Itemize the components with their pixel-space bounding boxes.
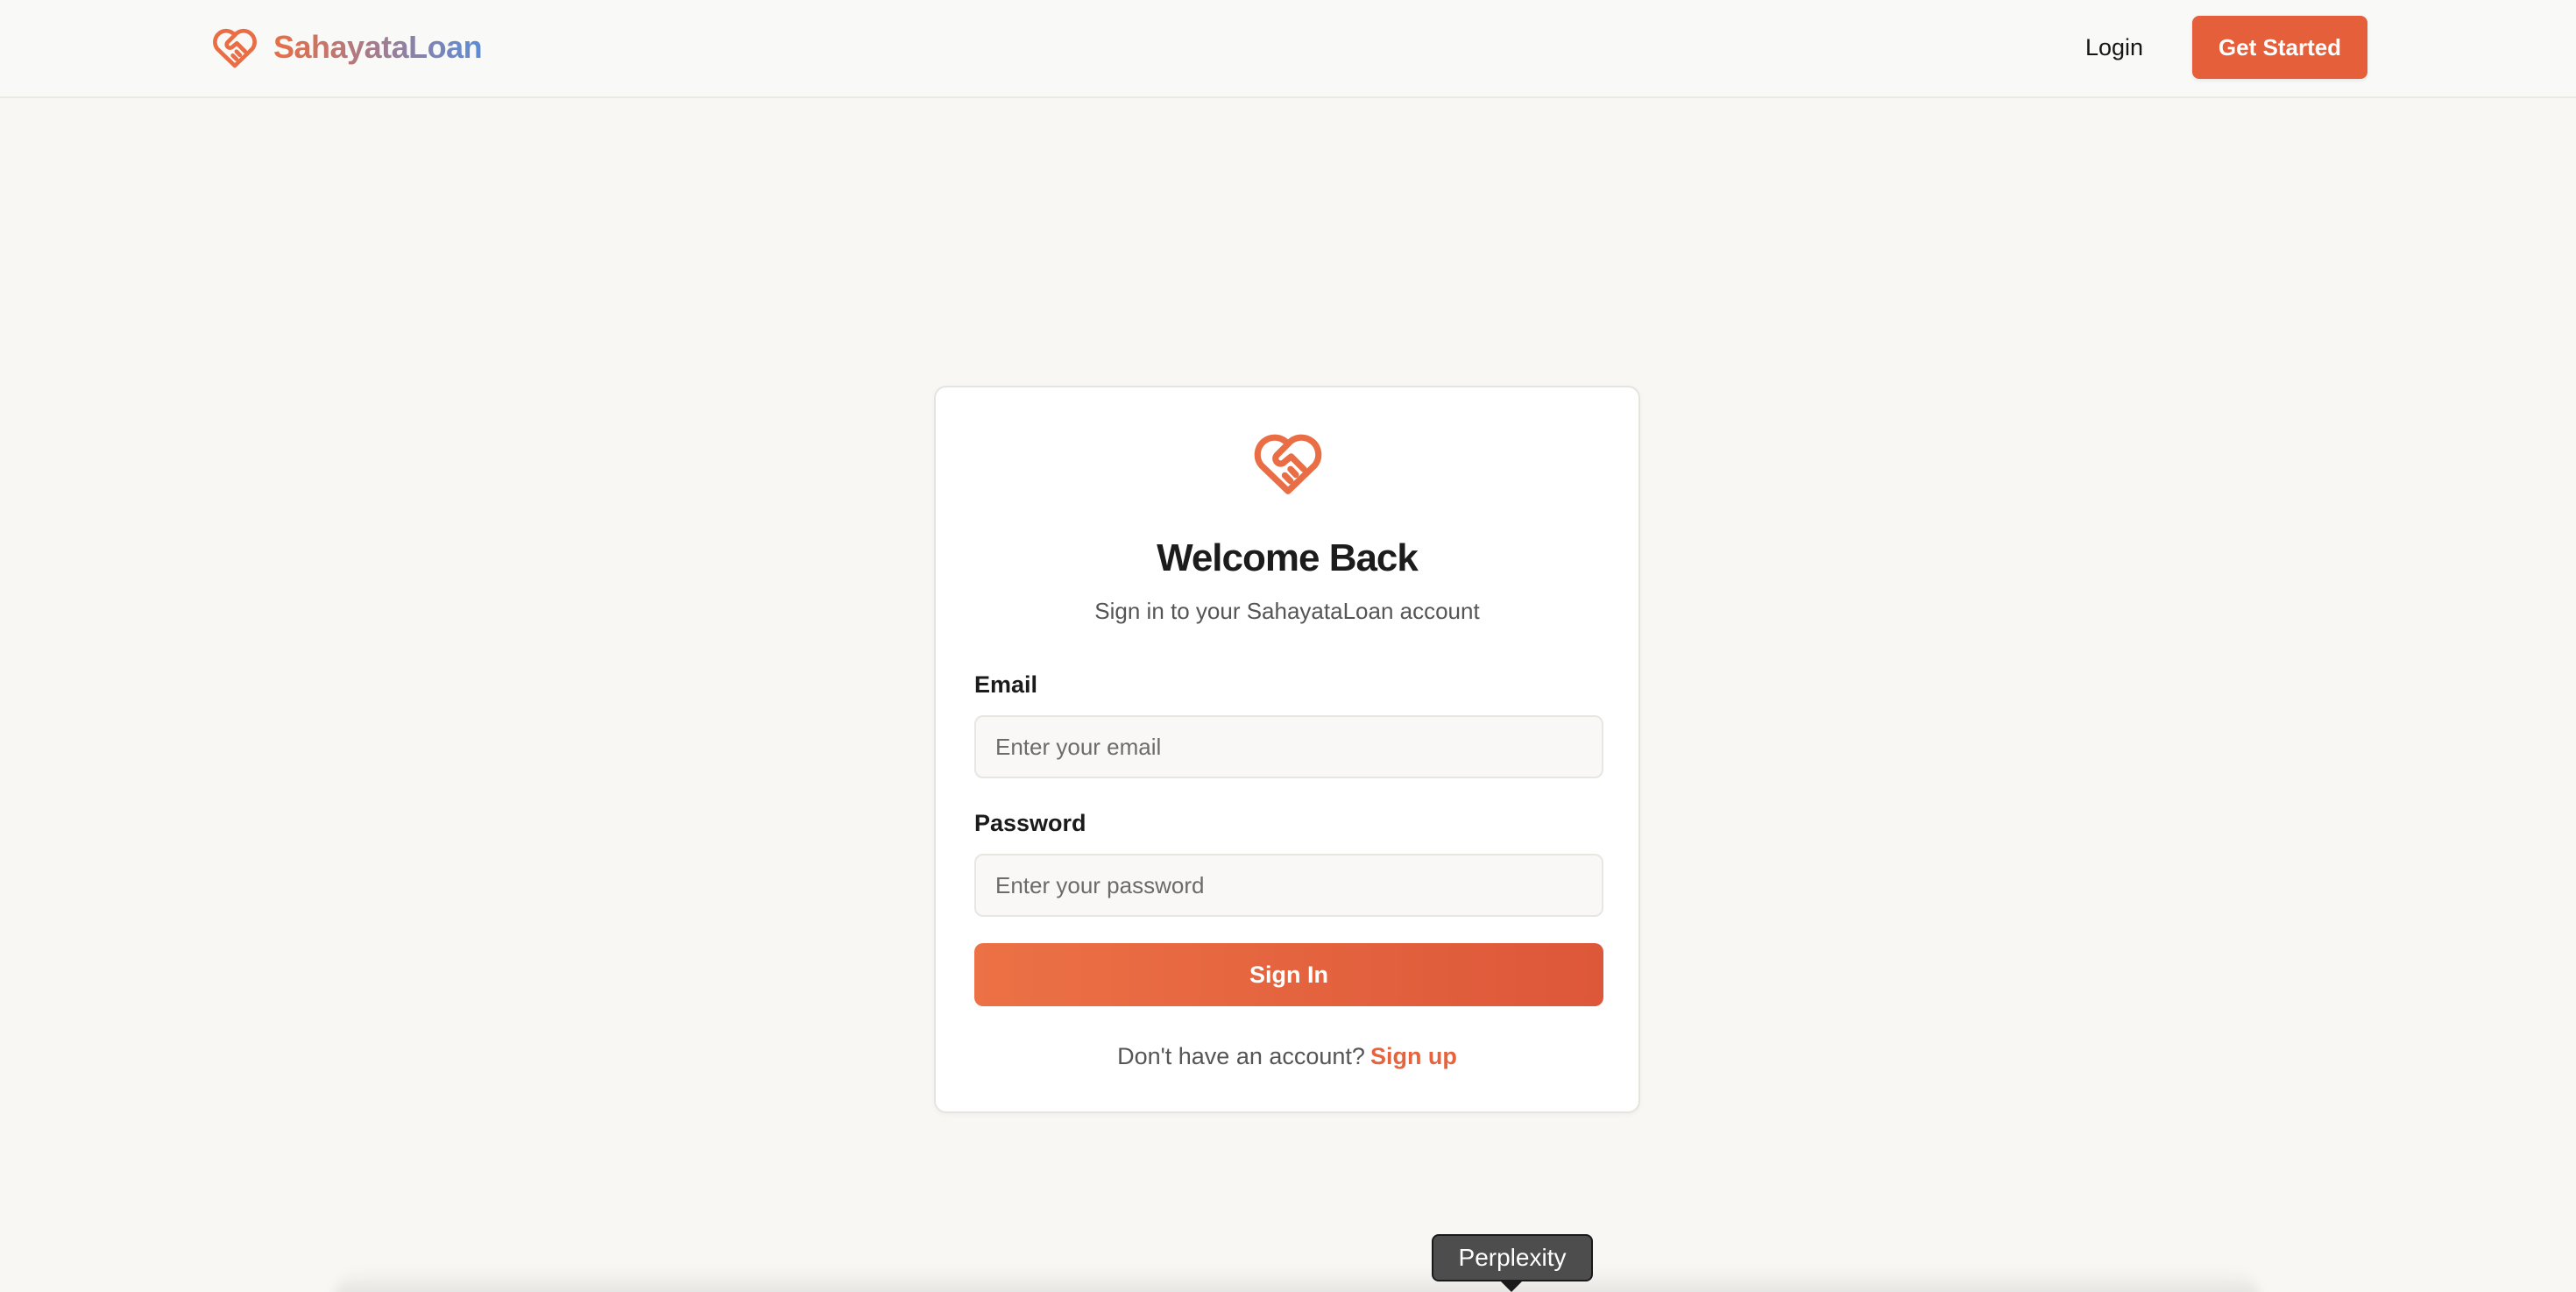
heart-handshake-icon xyxy=(210,25,259,70)
signup-prompt: Don't have an account? Sign up xyxy=(936,1043,1638,1070)
password-field[interactable] xyxy=(974,854,1603,917)
heart-handshake-icon xyxy=(1250,428,1326,498)
signup-prompt-text: Don't have an account? xyxy=(1117,1043,1365,1069)
dock-tooltip: Perplexity xyxy=(1432,1234,1593,1281)
sign-up-link[interactable]: Sign up xyxy=(1370,1043,1457,1069)
brand-logo-link[interactable]: SahayataLoan xyxy=(210,23,483,72)
email-field[interactable] xyxy=(974,715,1603,778)
email-label: Email xyxy=(974,671,1038,698)
dock-shadow xyxy=(333,1269,2261,1292)
login-card: Welcome Back Sign in to your SahayataLoa… xyxy=(934,386,1640,1113)
page-title: Welcome Back xyxy=(1157,536,1419,579)
get-started-button[interactable]: Get Started xyxy=(2192,16,2367,79)
sign-in-button[interactable]: Sign In xyxy=(974,943,1603,1006)
brand-name: SahayataLoan xyxy=(273,29,483,65)
top-navbar: SahayataLoan Login Get Started xyxy=(0,0,2576,98)
page-subtitle: Sign in to your SahayataLoan account xyxy=(1094,598,1480,624)
password-label: Password xyxy=(974,810,1086,836)
page: SahayataLoan Login Get Started Welcome B… xyxy=(0,0,2576,1292)
tooltip-arrow xyxy=(1499,1280,1524,1292)
login-button[interactable]: Login xyxy=(2068,30,2161,65)
